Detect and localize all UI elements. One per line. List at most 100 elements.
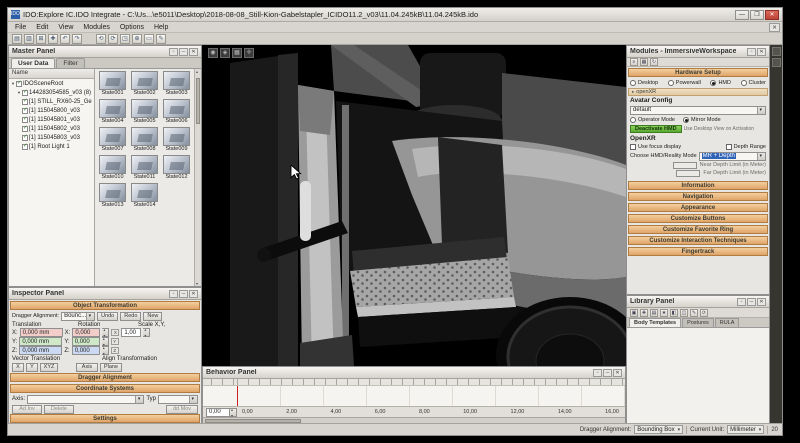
spinner-icon[interactable] bbox=[101, 345, 109, 356]
refresh-icon[interactable]: ↻ bbox=[650, 58, 658, 66]
spinner-icon[interactable] bbox=[143, 327, 151, 338]
new-button[interactable]: New bbox=[143, 311, 163, 321]
openxr-expander[interactable]: openXR bbox=[628, 88, 768, 96]
close-icon[interactable] bbox=[189, 289, 198, 298]
rotation-z-field[interactable]: 0,000 bbox=[71, 346, 100, 355]
state-thumbnail[interactable] bbox=[99, 183, 126, 202]
vertical-scrollbar[interactable] bbox=[194, 69, 201, 286]
maximize-button[interactable]: ❐ bbox=[750, 9, 764, 20]
state-thumbnail[interactable] bbox=[163, 155, 190, 174]
state-item[interactable]: State007 bbox=[97, 127, 128, 154]
collapse-icon[interactable] bbox=[603, 368, 612, 377]
add-inverse-button[interactable]: Ad Inv bbox=[12, 404, 42, 414]
rotate-right-icon[interactable]: ⟳ bbox=[108, 33, 118, 44]
docked-panel-icon[interactable] bbox=[771, 47, 781, 56]
menu-view[interactable]: View bbox=[53, 24, 78, 31]
camera-icon[interactable]: ◉ bbox=[208, 48, 218, 58]
dragger-alignment-status-select[interactable]: Bounding Box bbox=[634, 425, 684, 434]
dock-icon[interactable] bbox=[593, 368, 602, 377]
state-item[interactable]: State004 bbox=[97, 99, 128, 126]
tab-postures[interactable]: Postures bbox=[682, 318, 714, 327]
typ-select[interactable] bbox=[158, 394, 198, 404]
section-customize-favorite-ring[interactable]: Customize Favorite Ring bbox=[628, 225, 768, 234]
undo-icon[interactable]: ↶ bbox=[60, 33, 70, 44]
tree-row[interactable]: [1] 115045801_v03 bbox=[9, 115, 94, 124]
snap-icon[interactable]: ◳ bbox=[120, 33, 130, 44]
crosshair-icon[interactable]: ✛ bbox=[244, 48, 254, 58]
radio-desktop[interactable]: Desktop bbox=[630, 79, 658, 86]
vector-x-button[interactable]: X bbox=[12, 362, 24, 372]
state-thumbnail[interactable] bbox=[163, 71, 190, 90]
frame-icon[interactable]: ▭ bbox=[144, 33, 154, 44]
near-depth-field[interactable] bbox=[672, 161, 697, 169]
state-thumbnail[interactable] bbox=[163, 127, 190, 146]
section-information[interactable]: Information bbox=[628, 181, 768, 190]
edit-icon[interactable]: ✎ bbox=[690, 308, 698, 317]
menu-edit[interactable]: Edit bbox=[31, 24, 53, 31]
translation-x-field[interactable]: 0,000 mm bbox=[19, 328, 63, 337]
inspector-panel-header[interactable]: Inspector Panel bbox=[9, 288, 201, 300]
section-navigation[interactable]: Navigation bbox=[628, 192, 768, 201]
tab-filter[interactable]: Filter bbox=[56, 58, 85, 68]
document-close-icon[interactable] bbox=[769, 22, 780, 32]
radio-cluster[interactable]: Cluster bbox=[740, 79, 766, 86]
depth-range-checkbox[interactable]: Depth Range bbox=[725, 143, 766, 150]
align-plane-button[interactable]: Plane bbox=[100, 362, 122, 372]
tab-rula[interactable]: RULA bbox=[714, 318, 740, 327]
redo-icon[interactable]: ↷ bbox=[72, 33, 82, 44]
menu-file[interactable]: File bbox=[10, 24, 31, 31]
state-item[interactable]: State014 bbox=[129, 183, 160, 210]
scrollbar-thumb[interactable] bbox=[196, 78, 200, 124]
grid-icon[interactable]: ▦ bbox=[640, 58, 648, 66]
state-item[interactable]: State013 bbox=[97, 183, 128, 210]
target-icon[interactable]: ⊕ bbox=[132, 33, 142, 44]
list-icon[interactable]: ▤ bbox=[650, 308, 658, 317]
delete-button[interactable]: Delete bbox=[44, 404, 74, 414]
tree-row[interactable]: [1] 115045800_v03 bbox=[9, 106, 94, 115]
scale-y-toggle[interactable]: Y bbox=[110, 338, 119, 345]
rotate-left-icon[interactable]: ⟲ bbox=[96, 33, 106, 44]
tree-row[interactable]: [1] STILL_RX60-25_Ge bbox=[9, 97, 94, 106]
library-panel-header[interactable]: Library Panel bbox=[627, 296, 769, 308]
section-customize-interaction-techniques[interactable]: Customize Interaction Techniques bbox=[628, 236, 768, 245]
tree-row[interactable]: [1] 115045803_v03 bbox=[9, 133, 94, 142]
section-customize-buttons[interactable]: Customize Buttons bbox=[628, 214, 768, 223]
scale-x-toggle[interactable]: X bbox=[111, 329, 120, 336]
dock-icon[interactable] bbox=[747, 47, 756, 56]
reality-mode-select[interactable]: MR + Depth bbox=[698, 151, 766, 161]
close-icon[interactable] bbox=[757, 47, 766, 56]
docked-panel-icon[interactable] bbox=[771, 58, 781, 67]
undo-button[interactable]: Undo bbox=[97, 311, 119, 321]
visibility-checkbox[interactable] bbox=[22, 89, 28, 96]
collapse-icon[interactable] bbox=[179, 289, 188, 298]
menu-modules[interactable]: Modules bbox=[78, 24, 114, 31]
state-item[interactable]: State010 bbox=[97, 155, 128, 182]
align-axis-button[interactable]: Axis bbox=[76, 362, 98, 372]
tab-body-templates[interactable]: Body Templates bbox=[629, 318, 682, 327]
columns-icon[interactable]: ◫ bbox=[680, 308, 688, 317]
vector-xyz-button[interactable]: XYZ bbox=[40, 362, 58, 372]
translation-y-field[interactable]: 0,000 mm bbox=[19, 337, 63, 346]
translation-z-field[interactable]: 0,000 mm bbox=[19, 346, 63, 355]
close-icon[interactable] bbox=[757, 297, 766, 306]
scale-z-toggle[interactable]: Z bbox=[110, 347, 119, 354]
section-dragger-alignment[interactable]: Dragger Alignment bbox=[10, 373, 200, 382]
visibility-checkbox[interactable] bbox=[22, 107, 28, 114]
tree-row[interactable]: [1] Root Light 1 bbox=[9, 142, 94, 151]
state-item[interactable]: State011 bbox=[129, 155, 160, 182]
section-settings[interactable]: Settings bbox=[10, 414, 200, 423]
library-content[interactable] bbox=[627, 328, 769, 424]
state-thumbnail[interactable] bbox=[131, 99, 158, 118]
state-thumbnail[interactable] bbox=[163, 99, 190, 118]
tab-user-data[interactable]: User Data bbox=[11, 58, 56, 68]
state-thumbnail[interactable] bbox=[131, 155, 158, 174]
favorite-icon[interactable]: ★ bbox=[660, 308, 668, 317]
visibility-checkbox[interactable] bbox=[16, 80, 22, 87]
master-panel-header[interactable]: Master Panel bbox=[9, 46, 201, 58]
radio-powerwall[interactable]: Powerwall bbox=[667, 79, 701, 86]
state-item[interactable]: State009 bbox=[161, 127, 192, 154]
vector-y-button[interactable]: Y bbox=[26, 362, 38, 372]
state-item[interactable]: State001 bbox=[97, 71, 128, 98]
state-thumbnail[interactable] bbox=[131, 127, 158, 146]
collapse-icon[interactable] bbox=[747, 297, 756, 306]
